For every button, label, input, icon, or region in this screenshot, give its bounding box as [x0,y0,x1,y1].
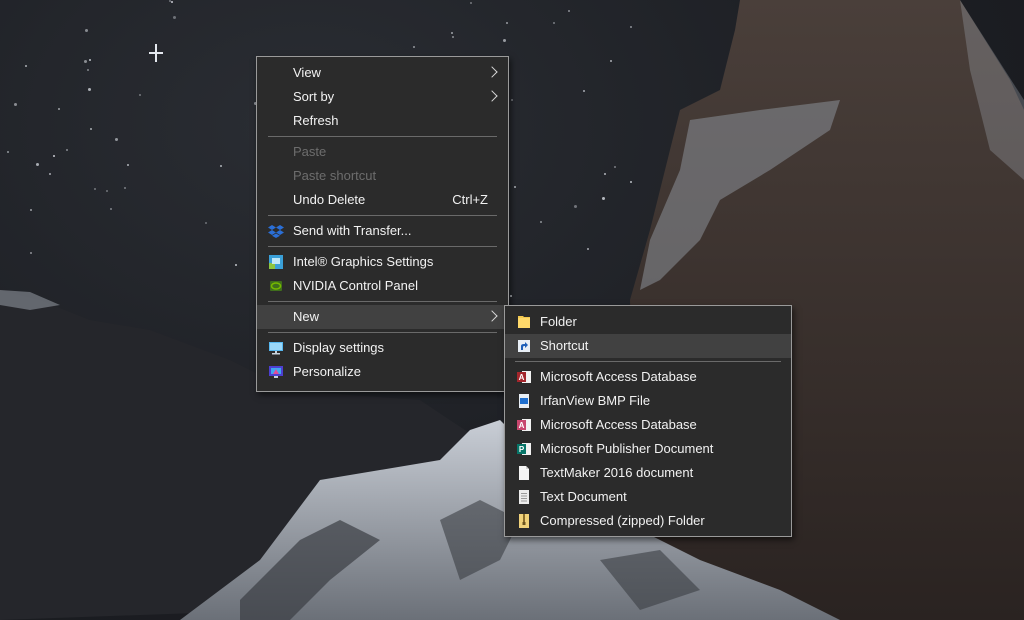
menu-item-label: Undo Delete [293,192,366,207]
menu-item-send-with-transfer[interactable]: Send with Transfer... [257,219,508,243]
menu-separator [268,215,497,216]
new-item-textmaker-document[interactable]: TextMaker 2016 document [505,461,791,485]
menu-item-label: Paste [293,144,327,159]
zip-folder-icon [519,514,529,528]
menu-item-label: IrfanView BMP File [540,393,651,408]
irfanview-bmp-icon [519,394,529,408]
menu-item-view[interactable]: View [257,61,508,85]
new-item-compressed-folder[interactable]: Compressed (zipped) Folder [505,509,791,533]
menu-item-label: Compressed (zipped) Folder [540,513,705,528]
menu-item-label: Microsoft Access Database [540,369,697,384]
menu-item-label: New [293,309,320,324]
new-submenu: Folder Shortcut A Microsoft Access Datab… [504,305,792,537]
textmaker-doc-icon [519,466,529,480]
menu-separator [268,246,497,247]
new-item-irfanview-bmp[interactable]: IrfanView BMP File [505,389,791,413]
keyboard-shortcut: Ctrl+Z [452,192,488,207]
chevron-right-icon [486,66,498,78]
menu-item-label: Send with Transfer... [293,223,412,238]
menu-item-label: Paste shortcut [293,168,377,183]
svg-text:A: A [519,373,525,382]
chevron-right-icon [486,90,498,102]
menu-item-label: Shortcut [540,338,589,353]
menu-item-label: Intel® Graphics Settings [293,254,434,269]
menu-item-label: Refresh [293,113,339,128]
menu-item-label: View [293,65,321,80]
folder-icon [518,316,530,328]
intel-graphics-icon [269,255,283,269]
menu-separator [268,332,497,333]
menu-item-label: Personalize [293,364,361,379]
menu-item-label: Display settings [293,340,385,355]
menu-item-display-settings[interactable]: Display settings [257,336,508,360]
new-item-shortcut[interactable]: Shortcut [505,334,791,358]
personalize-icon [269,366,283,378]
menu-item-label: NVIDIA Control Panel [293,278,419,293]
dropbox-icon [268,225,284,238]
new-item-text-document[interactable]: Text Document [505,485,791,509]
new-item-publisher-document[interactable]: P Microsoft Publisher Document [505,437,791,461]
menu-item-label: Text Document [540,489,627,504]
menu-item-label: TextMaker 2016 document [540,465,694,480]
svg-text:A: A [519,421,525,430]
menu-item-label: Microsoft Publisher Document [540,441,714,456]
access-icon: A [517,371,531,383]
menu-item-intel-graphics-settings[interactable]: Intel® Graphics Settings [257,250,508,274]
menu-item-nvidia-control-panel[interactable]: NVIDIA Control Panel [257,274,508,298]
access-icon: A [517,419,531,431]
menu-item-personalize[interactable]: Personalize [257,360,508,384]
chevron-right-icon [486,310,498,322]
menu-item-paste-shortcut: Paste shortcut [257,164,508,188]
nvidia-icon [270,281,282,291]
menu-item-label: Folder [540,314,577,329]
menu-item-label: Sort by [293,89,335,104]
shortcut-icon [518,340,530,352]
menu-separator [268,301,497,302]
svg-text:P: P [519,445,525,454]
menu-item-sort-by[interactable]: Sort by [257,85,508,109]
display-icon [269,342,283,355]
desktop-context-menu: View Sort by Refresh Paste Paste shortcu… [256,56,509,392]
menu-separator [268,136,497,137]
menu-item-new[interactable]: New [257,305,508,329]
menu-item-label: Microsoft Access Database [540,417,697,432]
menu-item-refresh[interactable]: Refresh [257,109,508,133]
text-document-icon [519,490,529,504]
menu-separator [515,361,781,362]
publisher-icon: P [517,443,531,455]
menu-item-paste: Paste [257,140,508,164]
new-item-folder[interactable]: Folder [505,310,791,334]
menu-item-undo-delete[interactable]: Undo Delete Ctrl+Z [257,188,508,212]
new-item-access-database-2[interactable]: A Microsoft Access Database [505,413,791,437]
new-item-access-database[interactable]: A Microsoft Access Database [505,365,791,389]
